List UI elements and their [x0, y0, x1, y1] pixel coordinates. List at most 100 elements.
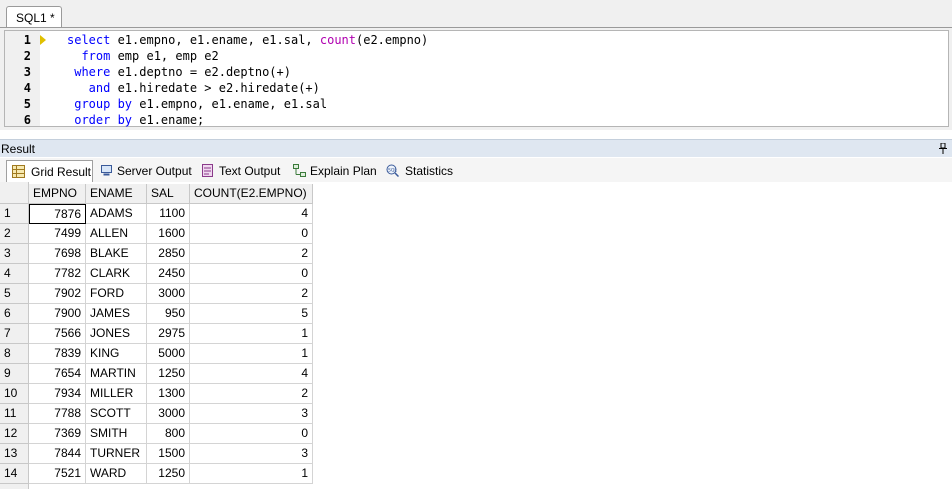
code-line[interactable]: 6 order by e1.ename;: [5, 112, 945, 128]
grid-cell[interactable]: 1: [190, 324, 313, 344]
row-number[interactable]: 10: [0, 384, 29, 404]
grid-cell[interactable]: 7521: [29, 464, 86, 484]
grid-cell[interactable]: 1250: [147, 364, 190, 384]
code-line[interactable]: 1 select e1.empno, e1.ename, e1.sal, coun…: [5, 32, 945, 48]
grid-cell[interactable]: TURNER: [86, 444, 147, 464]
grid-cell[interactable]: 0: [190, 424, 313, 444]
tab-sql1[interactable]: SQL1 *: [6, 6, 62, 28]
grid-cell[interactable]: 2: [190, 244, 313, 264]
tab-server-output[interactable]: Server Output: [96, 160, 194, 180]
grid-cell[interactable]: 7499: [29, 224, 86, 244]
code-line[interactable]: 2 from emp e1, emp e2: [5, 48, 945, 64]
grid-cell[interactable]: 7934: [29, 384, 86, 404]
grid-cell[interactable]: 7839: [29, 344, 86, 364]
row-number[interactable]: 6: [0, 304, 29, 324]
grid-cell[interactable]: 7900: [29, 304, 86, 324]
grid-cell[interactable]: 7844: [29, 444, 86, 464]
grid-cell[interactable]: 1600: [147, 224, 190, 244]
grid-cell[interactable]: 0: [190, 224, 313, 244]
grid-cell[interactable]: 3: [190, 444, 313, 464]
grid-cell[interactable]: 3000: [147, 404, 190, 424]
grid-cell[interactable]: 1250: [147, 464, 190, 484]
tab-sql1-label: SQL1 *: [16, 11, 55, 25]
column-header[interactable]: COUNT(E2.EMPNO): [190, 184, 313, 204]
grid-cell[interactable]: 2: [190, 384, 313, 404]
code-line[interactable]: 5 group by e1.empno, e1.ename, e1.sal: [5, 96, 945, 112]
grid-cell[interactable]: 2975: [147, 324, 190, 344]
grid-cell[interactable]: 7782: [29, 264, 86, 284]
tab-server-output-label: Server Output: [117, 164, 192, 178]
sql-editor[interactable]: 1 select e1.empno, e1.ename, e1.sal, coun…: [4, 30, 949, 127]
grid-cell[interactable]: ALLEN: [86, 224, 147, 244]
tab-explain-plan[interactable]: Explain Plan: [291, 160, 381, 180]
grid-cell[interactable]: 2450: [147, 264, 190, 284]
row-number[interactable]: 14: [0, 464, 29, 484]
row-number[interactable]: 12: [0, 424, 29, 444]
grid-cell[interactable]: CLARK: [86, 264, 147, 284]
result-grid[interactable]: EMPNO ENAME SAL COUNT(E2.EMPNO) 1 7876 ADAMS 11…: [0, 182, 952, 489]
grid-cell[interactable]: 5: [190, 304, 313, 324]
grid-cell[interactable]: ADAMS: [86, 204, 147, 224]
grid-cell[interactable]: JAMES: [86, 304, 147, 324]
grid-cell[interactable]: 7369: [29, 424, 86, 444]
row-number[interactable]: 4: [0, 264, 29, 284]
result-panel-title: Result: [1, 142, 36, 156]
code-line[interactable]: 4 and e1.hiredate > e2.hiredate(+): [5, 80, 945, 96]
grid-cell[interactable]: 5000: [147, 344, 190, 364]
grid-cell[interactable]: 2850: [147, 244, 190, 264]
sql-text: emp e1, emp e2: [110, 49, 219, 63]
grid-cell[interactable]: SCOTT: [86, 404, 147, 424]
grid-cell[interactable]: 3: [190, 404, 313, 424]
grid-cell[interactable]: WARD: [86, 464, 147, 484]
grid-cell[interactable]: 1: [190, 464, 313, 484]
grid-cell[interactable]: 7788: [29, 404, 86, 424]
grid-cell[interactable]: 1500: [147, 444, 190, 464]
code-line[interactable]: 3 where e1.deptno = e2.deptno(+): [5, 64, 945, 80]
column-header[interactable]: EMPNO: [29, 184, 86, 204]
tab-text-output[interactable]: Text Output: [198, 160, 288, 180]
grid-cell[interactable]: 0: [190, 264, 313, 284]
row-number[interactable]: 2: [0, 224, 29, 244]
grid-cell[interactable]: 7698: [29, 244, 86, 264]
row-number[interactable]: 13: [0, 444, 29, 464]
grid-cell[interactable]: 800: [147, 424, 190, 444]
grid-cell[interactable]: BLAKE: [86, 244, 147, 264]
row-number[interactable]: 9: [0, 364, 29, 384]
column-header[interactable]: ENAME: [86, 184, 147, 204]
grid-cell[interactable]: 7566: [29, 324, 86, 344]
current-line-marker-icon: [40, 35, 46, 45]
grid-cell[interactable]: 3000: [147, 284, 190, 304]
grid-cell[interactable]: 1: [190, 344, 313, 364]
row-number[interactable]: 11: [0, 404, 29, 424]
row-number[interactable]: 3: [0, 244, 29, 264]
grid-cell[interactable]: 7654: [29, 364, 86, 384]
pin-icon[interactable]: [939, 143, 947, 154]
sql-text: (e2.empno): [356, 33, 429, 47]
column-header[interactable]: SAL: [147, 184, 190, 204]
grid-cell[interactable]: MILLER: [86, 384, 147, 404]
grid-cell[interactable]: MARTIN: [86, 364, 147, 384]
grid-cell[interactable]: 1300: [147, 384, 190, 404]
grid-cell[interactable]: 1100: [147, 204, 190, 224]
tab-statistics[interactable]: SQL Statistics: [384, 160, 456, 180]
grid-cell[interactable]: JONES: [86, 324, 147, 344]
sql-keyword: select: [67, 33, 111, 47]
row-number[interactable]: 8: [0, 344, 29, 364]
tab-grid-result[interactable]: Grid Result: [6, 160, 93, 182]
row-number[interactable]: 5: [0, 284, 29, 304]
grid-cell[interactable]: 4: [190, 204, 313, 224]
sql-keyword: and: [67, 81, 111, 95]
grid-cell[interactable]: SMITH: [86, 424, 147, 444]
grid-cell[interactable]: 950: [147, 304, 190, 324]
grid-cell[interactable]: 7876: [29, 204, 86, 224]
line-number: 3: [23, 65, 31, 79]
sql-text: e1.deptno = e2.deptno(+): [110, 65, 291, 79]
grid-cell[interactable]: 2: [190, 284, 313, 304]
row-number[interactable]: 1: [0, 204, 29, 224]
grid-icon: [12, 165, 25, 178]
grid-cell[interactable]: FORD: [86, 284, 147, 304]
grid-cell[interactable]: 7902: [29, 284, 86, 304]
grid-cell[interactable]: KING: [86, 344, 147, 364]
grid-cell[interactable]: 4: [190, 364, 313, 384]
row-number[interactable]: 7: [0, 324, 29, 344]
